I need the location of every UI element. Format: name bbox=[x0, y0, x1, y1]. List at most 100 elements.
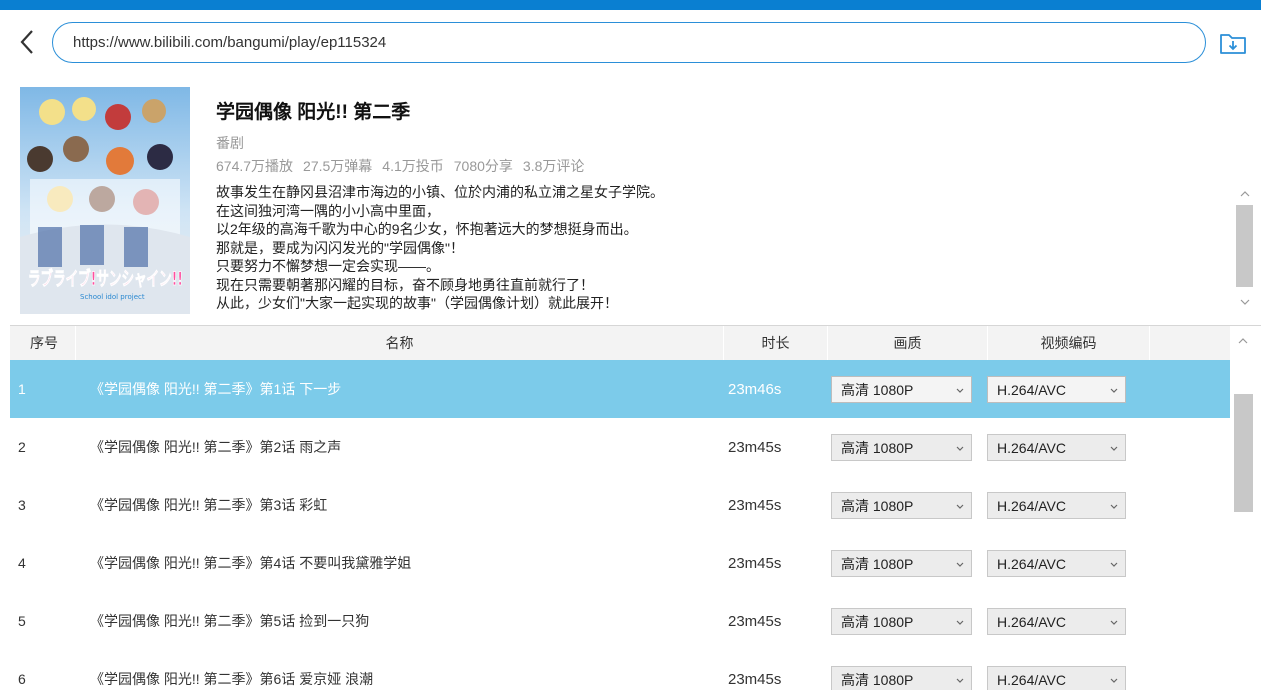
description-line: 在这间独河湾一隅的小小高中里面， bbox=[216, 202, 440, 219]
chevron-down-icon bbox=[956, 562, 964, 567]
quality-value: 高清 1080P bbox=[841, 497, 914, 514]
description: 故事发生在静冈县沼津市海边的小镇、位於内浦的私立浦之星女子学院。 在这间独河湾一… bbox=[216, 183, 1226, 313]
table-row[interactable]: 1 《学园偶像 阳光!! 第二季》第1话 下一步 23m46s 高清 1080P… bbox=[10, 360, 1230, 418]
codec-value: H.264/AVC bbox=[997, 671, 1066, 688]
scrollbar-thumb[interactable] bbox=[1236, 205, 1253, 287]
row-name: 《学园偶像 阳光!! 第二季》第5话 捡到一只狗 bbox=[90, 613, 370, 629]
row-duration: 23m45s bbox=[728, 496, 782, 514]
chevron-up-icon bbox=[1240, 191, 1250, 197]
chevron-up-icon bbox=[1238, 338, 1248, 344]
row-duration: 23m45s bbox=[728, 670, 782, 688]
stat-danmaku: 27.5万弹幕 bbox=[303, 158, 373, 174]
quality-select[interactable]: 高清 1080P bbox=[831, 608, 972, 635]
codec-value: H.264/AVC bbox=[997, 613, 1066, 630]
episode-list: 1 《学园偶像 阳光!! 第二季》第1话 下一步 23m46s 高清 1080P… bbox=[10, 360, 1230, 690]
quality-select[interactable]: 高清 1080P bbox=[831, 434, 972, 461]
chevron-down-icon bbox=[1110, 504, 1118, 509]
quality-select[interactable]: 高清 1080P bbox=[831, 492, 972, 519]
show-type: 番剧 bbox=[216, 135, 244, 151]
quality-value: 高清 1080P bbox=[841, 555, 914, 572]
scroll-up-button[interactable] bbox=[1233, 332, 1253, 350]
codec-select[interactable]: H.264/AVC bbox=[987, 608, 1126, 635]
row-duration: 23m45s bbox=[728, 612, 782, 630]
url-input[interactable] bbox=[73, 34, 1205, 51]
chevron-down-icon bbox=[956, 388, 964, 393]
scrollbar-thumb[interactable] bbox=[1234, 394, 1253, 512]
show-stats: 674.7万播放 27.5万弹幕 4.1万投币 7080分享 3.8万评论 bbox=[216, 156, 584, 176]
chevron-left-icon bbox=[20, 30, 33, 54]
download-button[interactable] bbox=[1219, 30, 1247, 56]
row-name: 《学园偶像 阳光!! 第二季》第3话 彩虹 bbox=[90, 497, 328, 513]
row-name: 《学园偶像 阳光!! 第二季》第4话 不要叫我黛雅学姐 bbox=[90, 555, 412, 571]
stat-shares: 7080分享 bbox=[453, 158, 513, 174]
row-duration: 23m45s bbox=[728, 554, 782, 572]
quality-select[interactable]: 高清 1080P bbox=[831, 550, 972, 577]
row-index: 6 bbox=[18, 671, 26, 687]
chevron-down-icon bbox=[1110, 562, 1118, 567]
cover-logo: ラブライブ!サンシャイン!! bbox=[28, 267, 183, 290]
description-line: 那就是，要成为闪闪发光的"学园偶像"！ bbox=[216, 239, 464, 256]
row-index: 4 bbox=[18, 555, 26, 571]
quality-select[interactable]: 高清 1080P bbox=[831, 666, 972, 690]
table-row[interactable]: 4 《学园偶像 阳光!! 第二季》第4话 不要叫我黛雅学姐 23m45s 高清 … bbox=[10, 534, 1230, 592]
description-line: 以2年级的高海千歌为中心的9名少女，怀抱著远大的梦想挺身而出。 bbox=[216, 221, 638, 237]
quality-value: 高清 1080P bbox=[841, 381, 914, 398]
scroll-down-button[interactable] bbox=[1235, 293, 1255, 311]
chevron-down-icon bbox=[956, 678, 964, 683]
row-name: 《学园偶像 阳光!! 第二季》第2话 雨之声 bbox=[90, 439, 342, 455]
header-quality[interactable]: 画质 bbox=[828, 326, 988, 360]
description-line: 现在只需要朝著那闪耀的目标，奋不顾身地勇往直前就行了！ bbox=[216, 276, 594, 293]
codec-value: H.264/AVC bbox=[997, 555, 1066, 572]
chevron-down-icon bbox=[1110, 620, 1118, 625]
codec-value: H.264/AVC bbox=[997, 497, 1066, 514]
row-duration: 23m46s bbox=[728, 380, 782, 398]
header-index[interactable]: 序号 bbox=[10, 326, 76, 360]
row-name: 《学园偶像 阳光!! 第二季》第1话 下一步 bbox=[90, 381, 342, 397]
row-index: 2 bbox=[18, 439, 26, 455]
download-folder-icon bbox=[1220, 34, 1246, 54]
codec-select[interactable]: H.264/AVC bbox=[987, 376, 1126, 403]
back-button[interactable] bbox=[14, 26, 40, 58]
description-scrollbar[interactable] bbox=[1235, 183, 1255, 313]
stat-views: 674.7万播放 bbox=[216, 158, 294, 174]
quality-select[interactable]: 高清 1080P bbox=[831, 376, 972, 403]
header-duration[interactable]: 时长 bbox=[724, 326, 828, 360]
header-codec[interactable]: 视频编码 bbox=[988, 326, 1150, 360]
codec-select[interactable]: H.264/AVC bbox=[987, 492, 1126, 519]
codec-select[interactable]: H.264/AVC bbox=[987, 666, 1126, 690]
app-window: ラブライブ!サンシャイン!! School idol project 学园偶像 … bbox=[0, 0, 1261, 690]
table-row[interactable]: 3 《学园偶像 阳光!! 第二季》第3话 彩虹 23m45s 高清 1080P … bbox=[10, 476, 1230, 534]
stat-comments: 3.8万评论 bbox=[522, 158, 585, 174]
stat-coins: 4.1万投币 bbox=[382, 158, 444, 174]
table-header: 序号 名称 时长 画质 视频编码 bbox=[10, 326, 1230, 360]
codec-select[interactable]: H.264/AVC bbox=[987, 434, 1126, 461]
table-row[interactable]: 6 《学园偶像 阳光!! 第二季》第6话 爱京娅 浪潮 23m45s 高清 10… bbox=[10, 650, 1230, 690]
quality-value: 高清 1080P bbox=[841, 671, 914, 688]
table-scrollbar[interactable] bbox=[1233, 328, 1255, 690]
codec-select[interactable]: H.264/AVC bbox=[987, 550, 1126, 577]
cover-logo-sub: School idol project bbox=[80, 293, 145, 301]
codec-value: H.264/AVC bbox=[997, 439, 1066, 456]
description-line: 只要努力不懈梦想一定会实现——。 bbox=[216, 258, 440, 274]
cover-image: ラブライブ!サンシャイン!! School idol project bbox=[20, 87, 190, 314]
table-row[interactable]: 5 《学园偶像 阳光!! 第二季》第5话 捡到一只狗 23m45s 高清 108… bbox=[10, 592, 1230, 650]
chevron-down-icon bbox=[956, 504, 964, 509]
table-row[interactable]: 2 《学园偶像 阳光!! 第二季》第2话 雨之声 23m45s 高清 1080P… bbox=[10, 418, 1230, 476]
chevron-down-icon bbox=[956, 446, 964, 451]
row-name: 《学园偶像 阳光!! 第二季》第6话 爱京娅 浪潮 bbox=[90, 671, 374, 687]
row-duration: 23m45s bbox=[728, 438, 782, 456]
url-field[interactable] bbox=[52, 22, 1206, 63]
scroll-up-button[interactable] bbox=[1235, 185, 1255, 203]
codec-value: H.264/AVC bbox=[997, 381, 1066, 398]
title-bar bbox=[0, 0, 1261, 10]
chevron-down-icon bbox=[1110, 678, 1118, 683]
row-index: 1 bbox=[18, 381, 26, 397]
row-index: 3 bbox=[18, 497, 26, 513]
chevron-down-icon bbox=[1240, 299, 1250, 305]
chevron-down-icon bbox=[1110, 388, 1118, 393]
header-name[interactable]: 名称 bbox=[76, 326, 724, 360]
chevron-down-icon bbox=[1110, 446, 1118, 451]
description-line: 从此，少女们"大家一起实现的故事"（学园偶像计划）就此展开！ bbox=[216, 295, 618, 311]
description-line: 故事发生在静冈县沼津市海边的小镇、位於内浦的私立浦之星女子学院。 bbox=[216, 184, 664, 200]
show-title: 学园偶像 阳光!! 第二季 bbox=[216, 102, 411, 123]
